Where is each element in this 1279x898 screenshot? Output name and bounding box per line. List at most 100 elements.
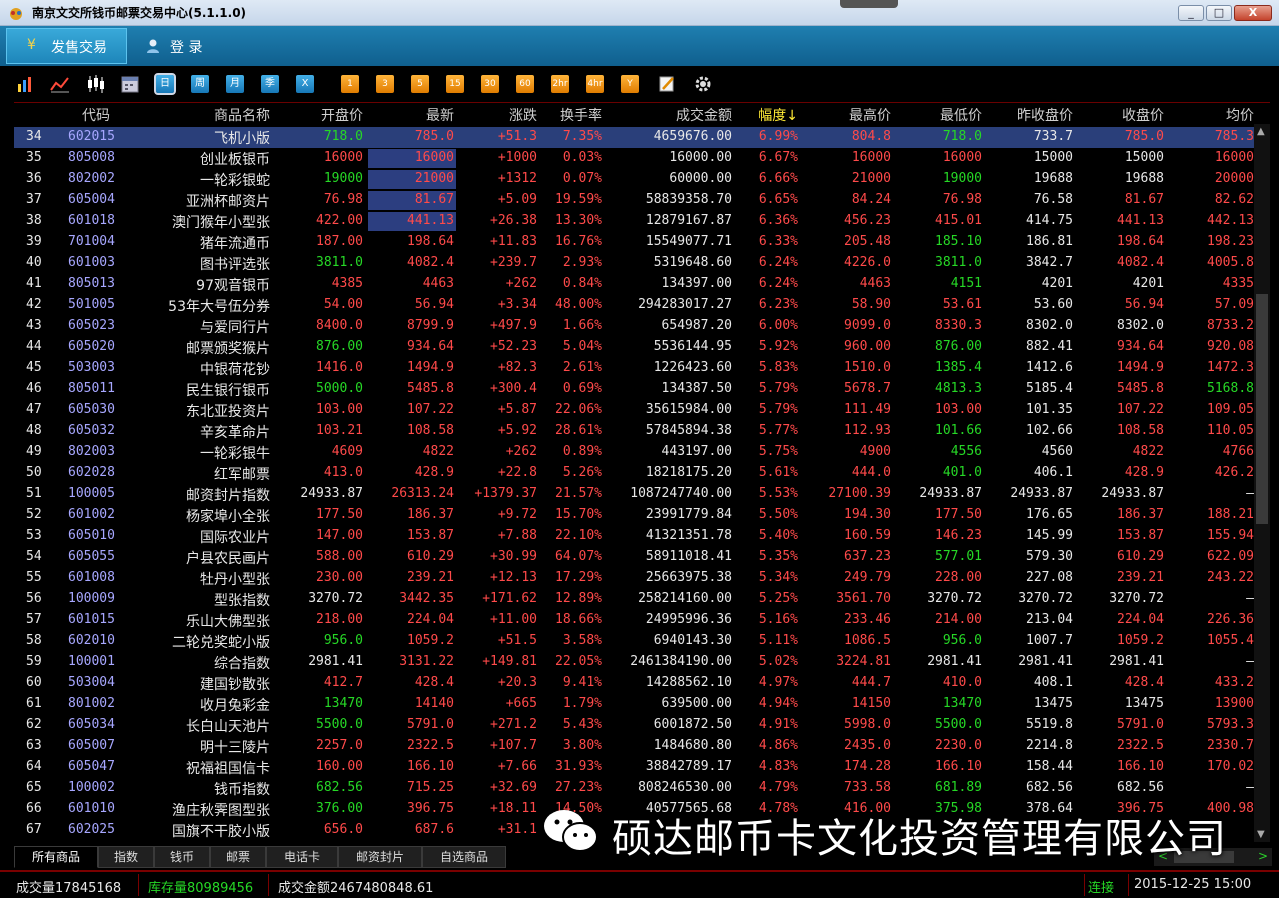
cell-amplitude: 4.79% [758, 780, 798, 795]
period-quarter-button[interactable]: 季 [261, 75, 279, 93]
bar-chart-icon[interactable] [16, 75, 34, 93]
cell-high: 16000 [851, 150, 891, 165]
cell-low: 101.66 [935, 423, 982, 438]
minute-5-button[interactable]: 5 [411, 75, 429, 93]
cell-name: 乐山大佛型张 [186, 614, 270, 630]
minute-3-button[interactable]: 3 [376, 75, 394, 93]
header-col-high[interactable]: 最高价 [849, 105, 891, 125]
year-button[interactable]: Y [621, 75, 639, 93]
table-row[interactable]: 55 601008 牡丹小型张 230.00 239.21 +12.13 17.29% 256… [14, 568, 1254, 589]
table-row[interactable]: 44 605020 邮票颁奖猴片 876.00 934.64 +52.23 5.04% 553… [14, 337, 1254, 358]
minute-60-button[interactable]: 60 [516, 75, 534, 93]
header-col-turnover[interactable]: 换手率 [560, 105, 602, 125]
period-x-button[interactable]: X [296, 75, 314, 93]
table-row[interactable]: 54 605055 户县农民画片 588.00 610.29 +30.99 64.07% 58… [14, 547, 1254, 568]
table-row[interactable]: 60 503004 建国钞散张 412.7 428.4 +20.3 9.41% 1428856… [14, 673, 1254, 694]
header-col-prev-close[interactable]: 昨收盘价 [1017, 105, 1073, 125]
maximize-button[interactable]: □ [1206, 5, 1232, 21]
cell-open: 19000 [323, 171, 363, 186]
table-row[interactable]: 49 802003 一轮彩银牛 4609 4822 +262 0.89% 443197.00 5… [14, 442, 1254, 463]
cell-code: 805008 [68, 150, 115, 165]
table-row[interactable]: 48 605032 辛亥革命片 103.21 108.58 +5.92 28.61% 5784… [14, 421, 1254, 442]
minute-1-button[interactable]: 1 [341, 75, 359, 93]
table-row[interactable]: 61 801002 收月兔彩金 13470 14140 +665 1.79% 639500.0… [14, 694, 1254, 715]
table-row[interactable]: 65 100002 钱币指数 682.56 715.25 +32.69 27.23% 8082… [14, 778, 1254, 799]
header-col-name[interactable]: 商品名称 [214, 105, 270, 125]
user-icon [147, 39, 159, 53]
header-col-code[interactable]: 代码 [82, 105, 110, 125]
tab-index[interactable]: 指数 [98, 846, 154, 868]
table-row[interactable]: 42 501005 53年大号伍分券 54.00 56.94 +3.34 48.00% 294… [14, 295, 1254, 316]
table-row[interactable]: 63 605007 明十三陵片 2257.0 2322.5 +107.7 3.80% 1484… [14, 736, 1254, 757]
table-row[interactable]: 40 601003 图书评选张 3811.0 4082.4 +239.7 2.93% 5319… [14, 253, 1254, 274]
table-row[interactable]: 45 503003 中银荷花钞 1416.0 1494.9 +82.3 2.61% 12264… [14, 358, 1254, 379]
scroll-up-icon[interactable]: ▲ [1257, 126, 1265, 137]
table-row[interactable]: 47 605030 东北亚投资片 103.00 107.22 +5.87 22.06% 356… [14, 400, 1254, 421]
cell-prev-close: 5185.4 [1026, 381, 1073, 396]
cell-last: 107.22 [407, 402, 454, 417]
header-col-close[interactable]: 收盘价 [1122, 105, 1164, 125]
tab-watchlist[interactable]: 自选商品 [422, 846, 506, 868]
header-col-avg[interactable]: 均价 [1226, 105, 1254, 125]
tab-stamps[interactable]: 邮票 [210, 846, 266, 868]
table-row[interactable]: 36 802002 一轮彩银蛇 19000 21000 +1312 0.07% 60000.0… [14, 169, 1254, 190]
status-separator [138, 874, 139, 896]
scrollbar-thumb[interactable] [1256, 294, 1268, 524]
table-row[interactable]: 50 602028 红军邮票 413.0 428.9 +22.8 5.26% 18218175… [14, 463, 1254, 484]
tab-all-products[interactable]: 所有商品 [14, 846, 98, 868]
cell-prev-close: 145.99 [1026, 528, 1073, 543]
line-chart-icon[interactable] [50, 75, 70, 93]
header-col-amount[interactable]: 成交金额 [676, 105, 732, 125]
table-row[interactable]: 46 805011 民生银行银币 5000.0 5485.8 +300.4 0.69% 134… [14, 379, 1254, 400]
cell-amplitude: 5.35% [758, 549, 798, 564]
table-row[interactable]: 56 100009 型张指数 3270.72 3442.35 +171.62 12.89% 2… [14, 589, 1254, 610]
table-row[interactable]: 64 605047 祝福祖国信卡 160.00 166.10 +7.66 31.93% 388… [14, 757, 1254, 778]
gear-icon[interactable] [694, 75, 712, 93]
header-col-open[interactable]: 开盘价 [321, 105, 363, 125]
table-row[interactable]: 52 601002 杨家埠小全张 177.50 186.37 +9.72 15.70% 239… [14, 505, 1254, 526]
calendar-icon[interactable] [121, 75, 139, 93]
table-row[interactable]: 39 701004 猪年流通币 187.00 198.64 +11.83 16.76% 155… [14, 232, 1254, 253]
row-number: 60 [26, 675, 42, 690]
menu-sale-trading[interactable]: ¥ 发售交易 [6, 28, 127, 64]
header-col-low[interactable]: 最低价 [940, 105, 982, 125]
table-row[interactable]: 38 601018 澳门猴年小型张 422.00 441.13 +26.38 13.30% 1… [14, 211, 1254, 232]
period-week-button[interactable]: 周 [191, 75, 209, 93]
candlestick-icon[interactable] [86, 74, 106, 94]
table-row[interactable]: 34 602015 飞机小版 718.0 785.0 +51.3 7.35% 4659676.… [14, 127, 1254, 148]
table-row[interactable]: 51 100005 邮资封片指数 24933.87 26313.24 +1379.37 21… [14, 484, 1254, 505]
cell-amplitude: 5.34% [758, 570, 798, 585]
edit-icon[interactable] [658, 75, 676, 93]
table-row[interactable]: 58 602010 二轮兑奖蛇小版 956.0 1059.2 +51.5 3.58% 6940… [14, 631, 1254, 652]
header-col-amplitude[interactable]: 幅度↓ [758, 105, 798, 125]
table-row[interactable]: 59 100001 综合指数 2981.41 3131.22 +149.81 22.05% 2… [14, 652, 1254, 673]
quote-table[interactable]: 代码 商品名称 开盘价 最新 涨跌 换手率 成交金额 幅度↓ 最高价 最低价 昨收盘价 收盘价 均价 3… [14, 102, 1270, 842]
row-number: 49 [26, 444, 42, 459]
period-day-button[interactable]: 日 [154, 73, 176, 95]
table-row[interactable]: 35 805008 创业板银币 16000 16000 +1000 0.03% 16000.0… [14, 148, 1254, 169]
row-number: 53 [26, 528, 42, 543]
table-row[interactable]: 37 605004 亚洲杯邮资片 76.98 81.67 +5.09 19.59% 58839… [14, 190, 1254, 211]
table-row[interactable]: 53 605010 国际农业片 147.00 153.87 +7.88 22.10% 4132… [14, 526, 1254, 547]
table-row[interactable]: 43 605023 与爱同行片 8400.0 8799.9 +497.9 1.66% 6549… [14, 316, 1254, 337]
cell-amount: 12879167.87 [645, 213, 732, 228]
window-grip[interactable] [840, 0, 898, 8]
tab-postal-covers[interactable]: 邮资封片 [338, 846, 422, 868]
minute-15-button[interactable]: 15 [446, 75, 464, 93]
hour-4-button[interactable]: 4hr [586, 75, 604, 93]
table-row[interactable]: 41 805013 97观音银币 4385 4463 +262 0.84% 134397.00… [14, 274, 1254, 295]
minimize-button[interactable]: _ [1178, 5, 1204, 21]
tab-coins[interactable]: 钱币 [154, 846, 210, 868]
period-month-button[interactable]: 月 [226, 75, 244, 93]
vertical-scrollbar[interactable]: ▲ ▼ [1254, 124, 1270, 842]
tab-phone-cards[interactable]: 电话卡 [266, 846, 338, 868]
close-button[interactable]: X [1234, 5, 1272, 21]
minute-30-button[interactable]: 30 [481, 75, 499, 93]
table-row[interactable]: 62 605034 长白山天池片 5500.0 5791.0 +271.2 5.43% 600… [14, 715, 1254, 736]
cell-code: 100001 [68, 654, 115, 669]
cell-change: +11.00 [490, 612, 537, 627]
header-col-change[interactable]: 涨跌 [509, 105, 537, 125]
hour-2-button[interactable]: 2hr [551, 75, 569, 93]
table-row[interactable]: 57 601015 乐山大佛型张 218.00 224.04 +11.00 18.66% 24… [14, 610, 1254, 631]
header-col-last[interactable]: 最新 [426, 105, 454, 125]
